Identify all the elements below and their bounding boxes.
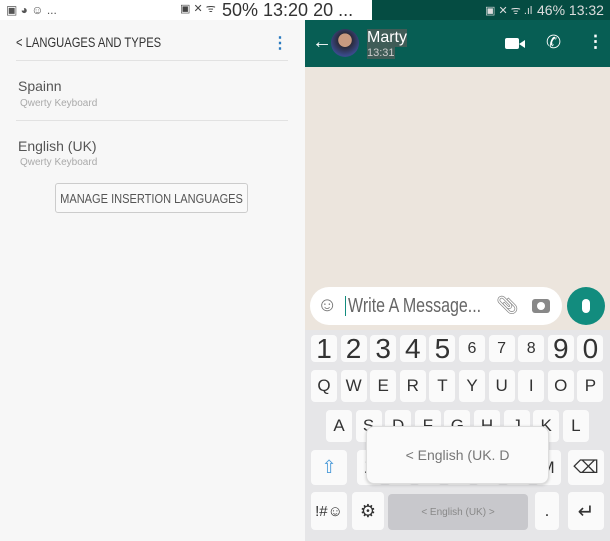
manage-insertion-languages-button[interactable]: MANAGE INSERTION LANGUAGES: [55, 183, 248, 213]
last-seen: 13:31: [367, 47, 395, 59]
key-t[interactable]: T: [429, 370, 456, 402]
key-5[interactable]: 5: [429, 333, 456, 364]
key-period[interactable]: .: [535, 492, 559, 530]
symbols-key[interactable]: !#☺: [311, 492, 347, 530]
key-8[interactable]: 8: [518, 335, 545, 362]
message-input[interactable]: Write A Message...: [348, 295, 481, 318]
key-7[interactable]: 7: [488, 335, 515, 362]
key-y[interactable]: Y: [459, 370, 485, 402]
key-1[interactable]: 1: [311, 333, 337, 364]
status-icons: ▣ ✕ ᯤ: [180, 3, 216, 15]
emoji-icon[interactable]: ☺: [317, 294, 337, 317]
status-icons: ▣ ✕ ᯤ .ıl: [485, 5, 533, 17]
page-title[interactable]: < LANGUAGES AND TYPES: [16, 34, 161, 50]
settings-gear-icon[interactable]: ⚙: [352, 492, 384, 530]
back-arrow-icon[interactable]: ←: [312, 31, 332, 54]
divider: [16, 120, 288, 121]
battery-time: 50% 13:20 20 ...: [222, 0, 354, 20]
key-6[interactable]: 6: [459, 335, 485, 362]
key-a[interactable]: A: [326, 410, 352, 442]
attach-icon[interactable]: 📎︎: [496, 295, 519, 316]
language-keyboard: Qwerty Keyboard: [20, 98, 98, 109]
chat-header: ← Marty 13:31 ✆ ⋮: [305, 20, 610, 67]
contact-name[interactable]: Marty: [367, 29, 407, 47]
key-p[interactable]: P: [577, 370, 604, 402]
space-bar[interactable]: < English (UK) >: [388, 494, 528, 530]
microphone-icon: [582, 299, 590, 313]
key-0[interactable]: 0: [577, 333, 604, 364]
language-name[interactable]: Spainn: [18, 78, 62, 94]
key-l[interactable]: L: [562, 410, 589, 442]
key-2[interactable]: 2: [340, 333, 367, 364]
key-u[interactable]: U: [488, 370, 515, 402]
language-switch-popup: < English (UK. D: [366, 426, 549, 484]
backspace-key[interactable]: ⌫: [568, 450, 604, 485]
more-options-icon[interactable]: ⋮: [272, 33, 288, 53]
key-q[interactable]: Q: [311, 370, 337, 402]
divider: [16, 60, 288, 61]
language-name[interactable]: English (UK): [18, 138, 97, 154]
enter-key[interactable]: ↵: [568, 492, 604, 530]
more-options-icon[interactable]: ⋮: [587, 32, 604, 52]
phone-icon[interactable]: ✆: [546, 32, 561, 53]
message-input-bar[interactable]: ☺ Write A Message... 📎︎: [310, 287, 562, 325]
microphone-button[interactable]: [567, 287, 605, 325]
key-9[interactable]: 9: [547, 333, 574, 364]
battery-time: 46% 13:32: [537, 2, 604, 18]
key-4[interactable]: 4: [399, 333, 426, 364]
key-e[interactable]: E: [370, 370, 397, 402]
key-i[interactable]: I: [518, 370, 545, 402]
key-w[interactable]: W: [340, 370, 367, 402]
video-call-icon[interactable]: [505, 38, 525, 49]
notification-icons: ▣ ◕ ☺ ...: [6, 3, 57, 17]
key-3[interactable]: 3: [370, 333, 397, 364]
shift-key[interactable]: ⇧: [311, 450, 347, 485]
avatar[interactable]: [331, 29, 359, 57]
key-o[interactable]: O: [547, 370, 574, 402]
key-r[interactable]: R: [399, 370, 426, 402]
status-bar-left: ▣ ◕ ☺ ... ▣ ✕ ᯤ 50% 13:20 20 ...: [0, 0, 372, 20]
language-keyboard: Qwerty Keyboard: [20, 157, 98, 168]
camera-icon[interactable]: [532, 299, 550, 313]
text-cursor: [345, 296, 346, 316]
